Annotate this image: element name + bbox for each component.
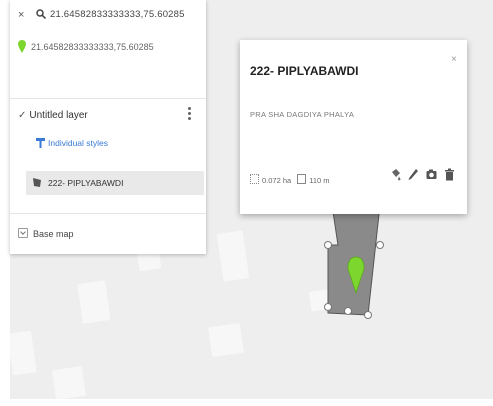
paint-roller-icon	[36, 138, 45, 148]
map-tile	[208, 322, 244, 358]
area-icon	[250, 174, 259, 184]
layers-panel: × 21.64582833333333,75.60285 21.64582833…	[10, 0, 206, 254]
vertex-handle[interactable]	[324, 303, 332, 311]
layer-options-icon[interactable]	[188, 106, 192, 122]
individual-styles-label: Individual styles	[48, 138, 109, 148]
close-search-icon[interactable]: ×	[18, 9, 24, 21]
selected-polygon[interactable]	[320, 205, 390, 325]
layer-feature-item[interactable]: 222- PIPLYABAWDI	[26, 171, 204, 195]
search-result-text: 21.64582833333333,75.60285	[31, 42, 154, 52]
map-tile	[52, 366, 86, 399]
layer-visibility-checkbox[interactable]: ✓	[18, 110, 26, 121]
map-tile	[10, 330, 37, 376]
feature-label: 222- PIPLYABAWDI	[48, 178, 124, 188]
popup-description: PRA SHA DAGDIYA PHALYA	[250, 110, 355, 119]
perimeter-value: 110 m	[309, 176, 330, 185]
map-tile	[77, 280, 111, 324]
pencil-icon[interactable]	[408, 168, 419, 181]
base-map-label: Base map	[33, 229, 74, 239]
popup-title: 222- PIPLYABAWDI	[250, 64, 359, 78]
divider	[10, 213, 206, 214]
search-query[interactable]: 21.64582833333333,75.60285	[50, 9, 185, 20]
search-bar: × 21.64582833333333,75.60285	[10, 6, 206, 26]
close-popup-icon[interactable]: ×	[451, 54, 457, 65]
camera-icon[interactable]	[426, 168, 437, 181]
polygon-icon	[33, 178, 41, 187]
individual-styles-link[interactable]: Individual styles	[36, 138, 108, 148]
perimeter-icon	[297, 174, 307, 184]
vertex-handle[interactable]	[364, 311, 372, 319]
vertex-handle[interactable]	[376, 241, 384, 249]
base-map-toggle[interactable]: Base map	[18, 228, 74, 239]
feature-info-popup: 222- PIPLYABAWDI × PRA SHA DAGDIYA PHALY…	[240, 40, 467, 214]
layer-title[interactable]: Untitled layer	[29, 110, 87, 121]
divider	[10, 98, 206, 99]
area-value: 0.072 ha	[262, 176, 292, 185]
feature-measurements: 0.072 ha 110 m	[250, 174, 330, 185]
vertex-handle[interactable]	[324, 241, 332, 249]
trash-icon[interactable]	[444, 168, 455, 181]
search-icon[interactable]	[36, 9, 46, 19]
layer-header[interactable]: ✓ Untitled layer	[18, 110, 88, 121]
paint-bucket-icon[interactable]	[390, 168, 401, 181]
green-pin-icon	[18, 40, 26, 53]
vertex-handle[interactable]	[344, 307, 352, 315]
map-tile	[216, 230, 250, 282]
expand-icon	[18, 228, 28, 238]
